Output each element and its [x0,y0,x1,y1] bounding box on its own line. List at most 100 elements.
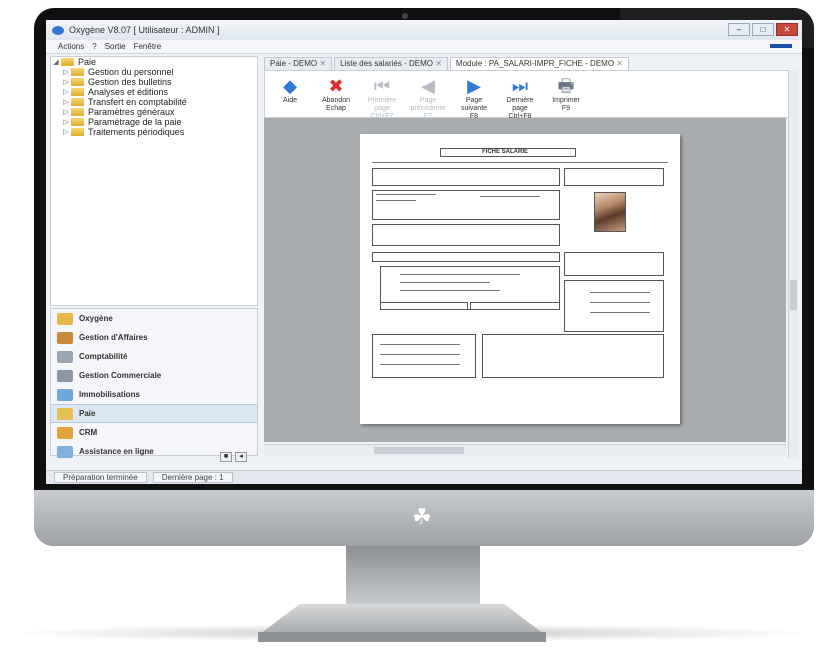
folder-icon [61,58,74,66]
tab-2[interactable]: Module : PA_SALARI-IMPR_FICHE - DEMO ✕ [449,57,629,70]
collapse-arrow-icon[interactable]: ▷ [61,108,71,116]
menu-bar: Actions ? Sortie Fenêtre [46,40,802,54]
collapse-arrow-icon[interactable]: ▷ [61,98,71,106]
pane-options-button[interactable]: ■ [220,452,232,462]
toolbar-previous-page-button[interactable]: ◀ Page précédente F7 [405,75,451,121]
text-line [590,302,650,303]
menu-sortie[interactable]: Sortie [105,42,126,51]
tree-item[interactable]: ▷ Transfert en comptabilité [51,97,257,107]
module-label: Comptabilité [79,352,128,361]
menu-actions[interactable]: Actions [58,42,84,51]
document-tabs: Paie - DEMO ✕ Liste des salariés - DEMO ✕… [264,56,798,70]
maximize-button[interactable]: □ [752,23,774,36]
menu-help[interactable]: ? [92,42,96,51]
folder-icon [57,312,73,325]
tab-close-icon[interactable]: ✕ [433,59,442,68]
module-switcher: Oxygène Gestion d'Affaires Comptabilité Ges… [50,308,258,458]
salary-section [564,280,664,332]
folder-icon [71,98,84,106]
cancel-icon: ✖ [328,76,344,96]
module-crm[interactable]: CRM [51,423,257,442]
module-gestion-d-affaires[interactable]: Gestion d'Affaires [51,328,257,347]
tree-item[interactable]: ▷ Gestion des bulletins [51,77,257,87]
tree-item-label: Gestion du personnel [88,67,174,77]
document-page: FICHE SALARIE [360,134,680,424]
pane-collapse-button[interactable]: ◂ [235,452,247,462]
tab-1[interactable]: Liste des salariés - DEMO ✕ [334,57,448,70]
employee-photo [594,192,626,232]
horizontal-scrollbar[interactable] [264,444,786,456]
scroll-thumb[interactable] [374,447,464,454]
module-immobilisations[interactable]: Immobilisations [51,385,257,404]
module-comptabilit-[interactable]: Comptabilité [51,347,257,366]
palm-tree-logo-icon: ☘ [412,504,432,529]
app-logo-icon [52,25,64,35]
expand-arrow-icon[interactable]: ◢ [51,58,61,66]
text-line [376,194,436,195]
tab-close-icon[interactable]: ✕ [317,59,326,68]
title-bar: Oxygène V8.07 [ Utilisateur : ADMIN ] – … [46,20,802,40]
leave-section [372,334,476,378]
vertical-scrollbar[interactable] [788,70,798,458]
preview-toolbar: ◆ Aide ✖ Abandon Echap ⏮ Première page Ctrl+F… [264,70,798,121]
contacts-icon [57,426,73,439]
folder-icon [71,128,84,136]
module-label: CRM [79,428,98,437]
tree-item-label: Analyses et éditions [88,87,169,97]
comment-section [482,334,664,378]
module-paie[interactable]: Paie [51,404,257,423]
close-button[interactable]: ✕ [776,23,798,36]
tree-item[interactable]: ▷ Gestion du personnel [51,67,257,77]
collapse-arrow-icon[interactable]: ▷ [61,128,71,136]
folder-icon [71,88,84,96]
module-gestion-commerciale[interactable]: Gestion Commerciale [51,366,257,385]
toolbar-help-button[interactable]: ◆ Aide [267,75,313,105]
menu-accent-bar [770,44,792,48]
tree-item-label: Transfert en comptabilité [88,97,187,107]
text-line [590,292,650,293]
cash-register-icon [57,369,73,382]
tree-root-paie[interactable]: ◢ Paie [51,57,257,67]
text-line [380,344,460,345]
navigation-tree: ◢ Paie ▷ Gestion du personnel ▷ Gestion de… [50,56,258,306]
tab-label: Paie - DEMO [270,59,318,68]
text-line [480,196,540,197]
monitor-stand-base [260,604,544,634]
status-bar: Préparation terminée Dernière page : 1 [46,470,802,484]
collapse-arrow-icon[interactable]: ▷ [61,68,71,76]
menu-fenetre[interactable]: Fenêtre [134,42,162,51]
collapse-arrow-icon[interactable]: ▷ [61,88,71,96]
collapse-arrow-icon[interactable]: ▷ [61,78,71,86]
module-pane-controls: ■ ◂ [220,452,247,462]
help-icon: ◆ [283,76,297,96]
toolbar-last-page-button[interactable]: ⏭ Dernière page Ctrl+F8 [497,75,543,121]
tree-item[interactable]: ▷ Paramétrage de la paie [51,117,257,127]
toolbar-next-page-button[interactable]: ▶ Page suivante F8 [451,75,497,121]
tree-item[interactable]: ▷ Traitements périodiques [51,127,257,137]
toolbar-first-page-button[interactable]: ⏮ Première page Ctrl+F7 [359,75,405,121]
monitor-stand-foot [258,632,546,642]
toolbar-label: Abandon Echap [321,97,351,112]
text-line [400,274,520,275]
identity-section [372,168,560,186]
toolbar-cancel-button[interactable]: ✖ Abandon Echap [313,75,359,113]
previous-page-icon: ◀ [421,76,435,96]
toolbar-printer-button[interactable]: 🖶 Imprimer F9 [543,75,589,113]
minimize-button[interactable]: – [728,23,750,36]
window-controls: – □ ✕ [728,23,798,36]
scroll-thumb[interactable] [790,280,797,310]
tree-item[interactable]: ▷ Paramètres généraux [51,107,257,117]
tab-0[interactable]: Paie - DEMO ✕ [264,57,333,70]
tab-close-icon[interactable]: ✕ [614,59,623,68]
text-line [380,364,460,365]
building-icon [57,388,73,401]
tree-item-label: Paramètres généraux [88,107,175,117]
module-oxyg-ne[interactable]: Oxygène [51,309,257,328]
contract-header [372,252,560,262]
tree-item[interactable]: ▷ Analyses et éditions [51,87,257,97]
matricule-section [564,168,664,186]
last-page-icon: ⏭ [511,76,529,96]
folder-icon [71,108,84,116]
rule [372,162,668,163]
collapse-arrow-icon[interactable]: ▷ [61,118,71,126]
